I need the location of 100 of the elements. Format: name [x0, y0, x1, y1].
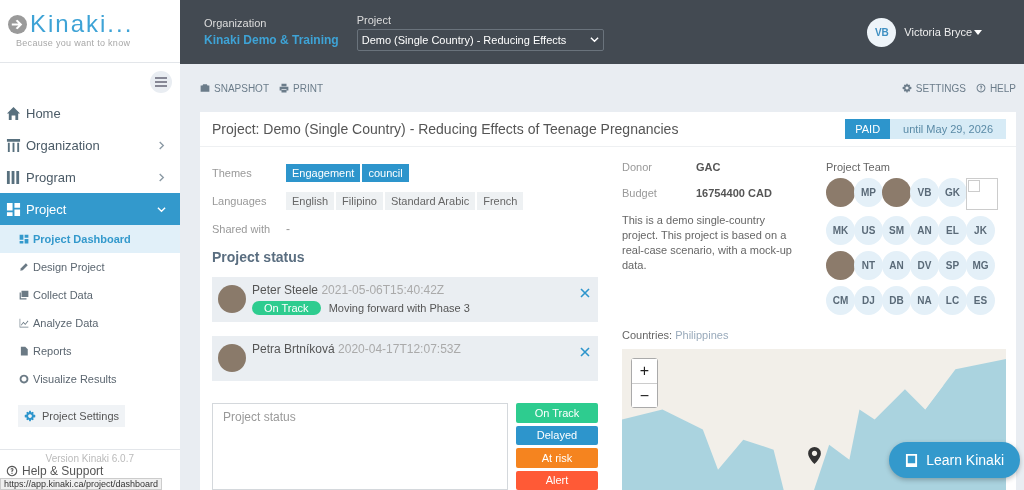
organization-label: Organization: [204, 17, 268, 29]
team-heading: Project Team: [826, 161, 891, 173]
status-button[interactable]: Delayed: [516, 425, 598, 445]
sidebar-item[interactable]: Program: [0, 161, 180, 193]
member-avatar[interactable]: CM: [826, 286, 855, 315]
member-avatar[interactable]: NA: [910, 286, 939, 315]
caret-icon: [974, 29, 982, 35]
columns-icon: [6, 137, 21, 153]
close-icon[interactable]: [580, 288, 590, 298]
field-value: 16754400 CAD: [696, 187, 772, 199]
member-avatar[interactable]: ES: [966, 286, 995, 315]
member-avatar[interactable]: EL: [938, 216, 967, 245]
sidebar-subitem[interactable]: Project Dashboard: [0, 225, 180, 253]
user-menu[interactable]: Victoria Bryce: [904, 26, 972, 38]
dashboard-icon: [6, 201, 21, 217]
help-link[interactable]: Help & Support: [22, 464, 104, 478]
sidebar-subitem[interactable]: Visualize Results: [0, 365, 180, 393]
sidebar-subitem[interactable]: Collect Data: [0, 281, 180, 309]
theme-tag: Engagement: [286, 163, 361, 182]
field-label: Donor: [622, 161, 653, 173]
document-icon: [19, 346, 29, 356]
field-label: Themes: [212, 166, 253, 179]
member-avatar[interactable]: SM: [882, 216, 911, 245]
member-avatar[interactable]: SP: [938, 251, 967, 280]
project-settings-button[interactable]: Project Settings: [18, 405, 126, 427]
status-button[interactable]: Alert: [516, 470, 598, 490]
bars-icon: [6, 169, 21, 185]
menu-button[interactable]: [150, 71, 172, 93]
chevron-icon: [157, 204, 166, 214]
chevron-down-icon: [589, 35, 599, 44]
book-icon: [905, 452, 919, 468]
project-select[interactable]: Demo (Single Country) - Reducing Effects: [356, 28, 604, 51]
project-description: This is a demo single-country project. This project is based on a real-case scenario, with a mock-up data.: [622, 213, 793, 273]
plan-badge: PAID: [845, 119, 891, 139]
toolbar-link[interactable]: PRINT: [293, 82, 323, 94]
status-badge: On Track: [252, 301, 321, 315]
avatar-photo: [218, 344, 246, 372]
member-avatar[interactable]: AN: [910, 216, 939, 245]
status-message: Moving forward with Phase 3: [328, 302, 470, 314]
toolbar-link[interactable]: SNAPSHOT: [214, 82, 269, 94]
zoom-out-button[interactable]: −: [632, 383, 657, 407]
toolbar-link[interactable]: SETTINGS: [915, 82, 966, 94]
avatar-photo[interactable]: [826, 178, 855, 207]
sidebar-subitem[interactable]: Design Project: [0, 253, 180, 281]
home-icon: [6, 105, 21, 121]
sidebar-item[interactable]: Project: [0, 193, 180, 225]
member-avatar[interactable]: JK: [966, 216, 995, 245]
map-pin-icon: [808, 447, 821, 464]
member-avatar[interactable]: LC: [938, 286, 967, 315]
status-input[interactable]: Project status: [212, 403, 508, 490]
organization-link[interactable]: Kinaki Demo & Training: [204, 33, 339, 47]
close-icon[interactable]: [580, 347, 590, 357]
language-tag: Filipino: [336, 191, 383, 210]
user-avatar[interactable]: VB: [867, 17, 897, 47]
camera-icon: [200, 83, 210, 93]
arrow-circle-icon: [8, 14, 27, 34]
member-avatar[interactable]: VB: [910, 178, 939, 207]
chart-icon: [19, 318, 29, 328]
version-text: Version Kinaki 6.0.7: [45, 453, 135, 464]
settings-icon: [24, 410, 36, 422]
member-avatar[interactable]: US: [854, 216, 883, 245]
help-icon: [6, 465, 18, 477]
avatar-photo[interactable]: [882, 178, 911, 207]
member-avatar[interactable]: AN: [882, 251, 911, 280]
sidebar-subitem[interactable]: Analyze Data: [0, 309, 180, 337]
toolbar-link[interactable]: HELP: [989, 82, 1016, 94]
help-icon: [975, 83, 986, 93]
learn-kinaki-button[interactable]: Learn Kinaki: [889, 442, 1020, 478]
chevron-icon: [157, 172, 166, 182]
field-value: GAC: [696, 161, 721, 173]
broken-image-icon: [966, 178, 998, 210]
sidebar-subitem[interactable]: Reports: [0, 337, 180, 365]
layers-icon: [19, 290, 29, 300]
avatar-photo: [218, 285, 246, 313]
member-avatar[interactable]: MK: [826, 216, 855, 245]
dashboard-icon: [19, 234, 29, 244]
author-name: Petra Brtníková: [252, 342, 335, 356]
section-heading: Project status: [212, 249, 306, 265]
status-bar-url: https://app.kinaki.ca/project/dashboard: [0, 478, 163, 490]
pencil-icon: [19, 262, 29, 272]
status-button[interactable]: At risk: [516, 448, 598, 468]
member-avatar[interactable]: DJ: [854, 286, 883, 315]
member-avatar[interactable]: NT: [854, 251, 883, 280]
language-tag: English: [286, 191, 335, 210]
timestamp: 2021-05-06T15:40:42Z: [321, 283, 445, 297]
settings-icon: [901, 83, 912, 93]
field-label: Budget: [622, 187, 658, 199]
chevron-icon: [157, 140, 166, 150]
logo-text: Kinaki...: [30, 10, 134, 38]
sidebar-item[interactable]: Organization: [0, 129, 180, 161]
project-title: Project: Demo (Single Country) - Reducing Effects of Teenage Pregnancies: [212, 121, 679, 137]
member-avatar[interactable]: MG: [966, 251, 995, 280]
avatar-photo[interactable]: [826, 251, 855, 280]
field-value: -: [286, 221, 290, 236]
member-avatar[interactable]: MP: [854, 178, 883, 207]
sidebar-item[interactable]: Home: [0, 97, 180, 129]
member-avatar[interactable]: DB: [882, 286, 911, 315]
member-avatar[interactable]: DV: [910, 251, 939, 280]
author-name: Peter Steele: [252, 283, 319, 297]
member-avatar[interactable]: GK: [938, 178, 967, 207]
